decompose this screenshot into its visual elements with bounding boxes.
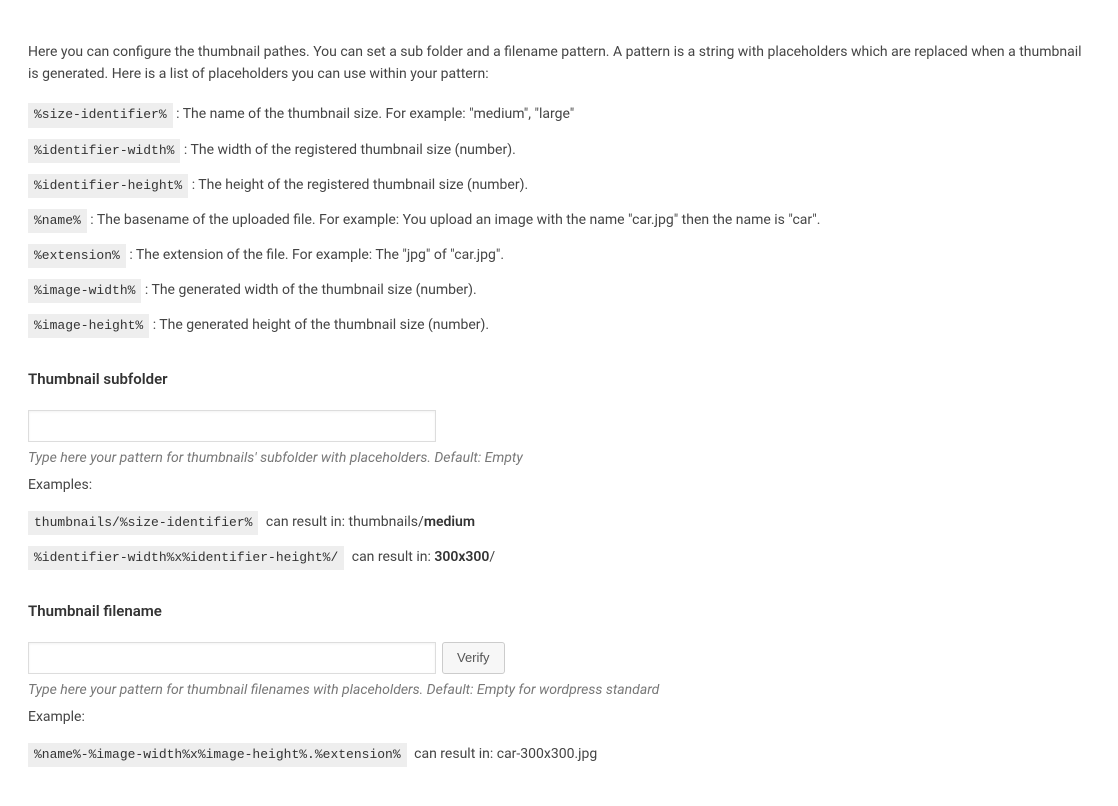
example-token: thumbnails/%size-identifier% [28, 511, 258, 535]
example-text: can result in: 300x300/ [352, 549, 495, 565]
subfolder-input[interactable] [28, 410, 436, 442]
subfolder-hint: Type here your pattern for thumbnails' s… [28, 448, 1090, 470]
placeholder-desc: : The extension of the file. For example… [129, 247, 504, 263]
placeholder-token: %image-width% [28, 279, 141, 303]
verify-button[interactable]: Verify [442, 642, 505, 674]
example-text: can result in: car-300x300.jpg [414, 746, 597, 762]
filename-hint: Type here your pattern for thumbnail fil… [28, 680, 1090, 702]
placeholder-row: %image-width% : The generated width of t… [28, 279, 1090, 303]
example-token: %identifier-width%x%identifier-height%/ [28, 546, 344, 570]
filename-input[interactable] [28, 642, 436, 674]
placeholder-desc: : The height of the registered thumbnail… [192, 177, 528, 193]
filename-example-label: Example: [28, 707, 1090, 729]
placeholder-row: %size-identifier% : The name of the thum… [28, 103, 1090, 127]
placeholder-token: %identifier-width% [28, 139, 180, 163]
filename-title: Thumbnail filename [28, 600, 1090, 623]
subfolder-examples-label: Examples: [28, 475, 1090, 497]
placeholder-token: %size-identifier% [28, 103, 173, 127]
placeholder-desc: : The name of the thumbnail size. For ex… [176, 106, 574, 122]
example-text: can result in: thumbnails/medium [266, 514, 475, 530]
filename-example: %name%-%image-width%x%image-height%.%ext… [28, 743, 1090, 767]
placeholder-row: %image-height% : The generated height of… [28, 314, 1090, 338]
placeholder-desc: : The basename of the uploaded file. For… [90, 212, 820, 228]
placeholder-token: %extension% [28, 244, 126, 268]
subfolder-example: %identifier-width%x%identifier-height%/ … [28, 546, 1090, 570]
placeholder-row: %identifier-height% : The height of the … [28, 174, 1090, 198]
placeholder-desc: : The generated width of the thumbnail s… [145, 282, 477, 298]
placeholder-token: %name% [28, 209, 87, 233]
placeholder-row: %name% : The basename of the uploaded fi… [28, 209, 1090, 233]
subfolder-title: Thumbnail subfolder [28, 368, 1090, 391]
example-token: %name%-%image-width%x%image-height%.%ext… [28, 743, 407, 767]
subfolder-example: thumbnails/%size-identifier% can result … [28, 511, 1090, 535]
placeholder-token: %identifier-height% [28, 174, 188, 198]
placeholder-row: %identifier-width% : The width of the re… [28, 139, 1090, 163]
placeholder-list: %size-identifier% : The name of the thum… [28, 103, 1090, 338]
placeholder-desc: : The generated height of the thumbnail … [153, 317, 489, 333]
intro-text: Here you can configure the thumbnail pat… [28, 42, 1090, 85]
placeholder-desc: : The width of the registered thumbnail … [184, 142, 516, 158]
placeholder-token: %image-height% [28, 314, 149, 338]
placeholder-row: %extension% : The extension of the file.… [28, 244, 1090, 268]
